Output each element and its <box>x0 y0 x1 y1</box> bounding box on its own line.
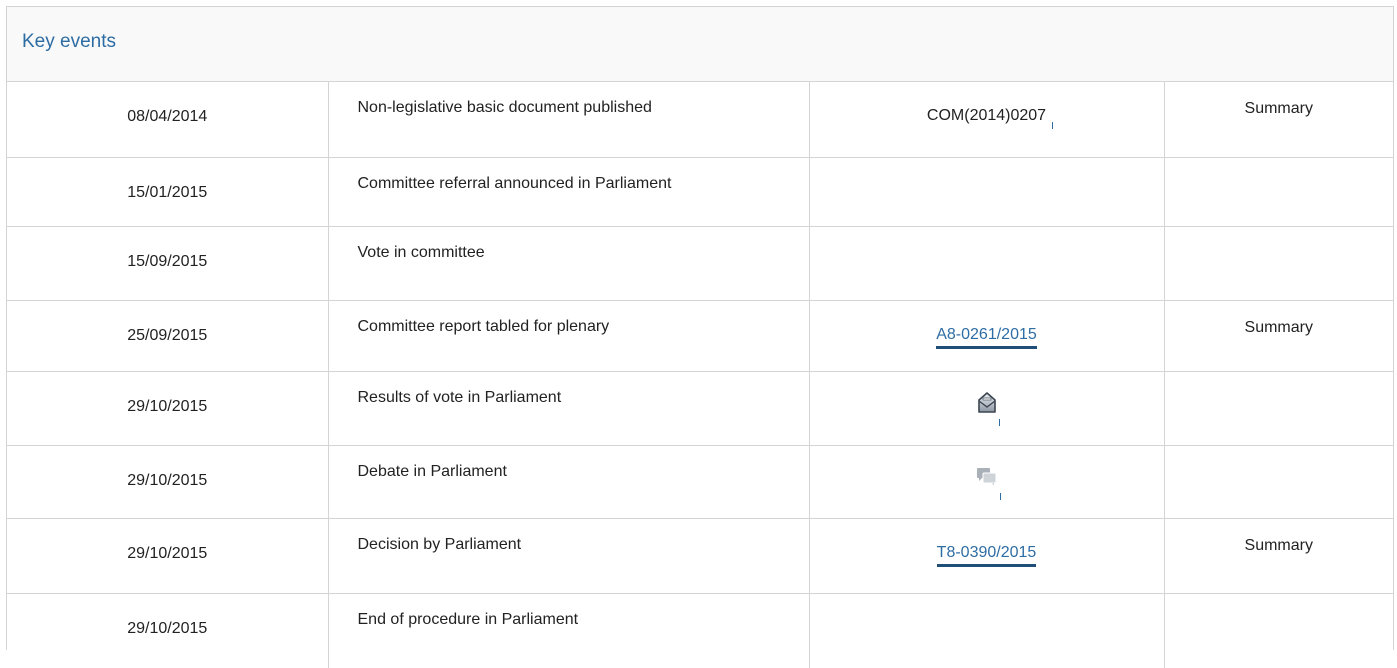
table-row: 29/10/2015 End of procedure in Parliamen… <box>7 593 1393 668</box>
table-row: 08/04/2014 Non-legislative basic documen… <box>7 82 1393 158</box>
document-cell <box>809 226 1165 301</box>
event-date: 15/01/2015 <box>7 157 329 227</box>
table-row: 25/09/2015 Committee report tabled for p… <box>7 300 1393 372</box>
summary-link[interactable]: Summary <box>1164 82 1393 158</box>
debate-speech-bubbles-icon[interactable] <box>975 465 1001 500</box>
summary-cell <box>1164 593 1393 668</box>
summary-cell <box>1164 371 1393 446</box>
summary-cell <box>1164 445 1393 519</box>
event-description: Committee referral announced in Parliame… <box>328 157 810 227</box>
link-marker <box>1052 122 1054 129</box>
table-row: 29/10/2015 Debate in Parliament <box>7 445 1393 519</box>
document-reference: COM(2014)0207 <box>926 105 1054 129</box>
document-cell <box>809 445 1165 519</box>
document-cell <box>809 157 1165 227</box>
event-description: Debate in Parliament <box>328 445 810 519</box>
event-date: 08/04/2014 <box>7 82 329 158</box>
document-reference: A8-0261/2015 <box>936 324 1037 349</box>
summary-link[interactable]: Summary <box>1164 300 1393 372</box>
link-marker <box>998 418 1000 426</box>
table-row: 29/10/2015 Decision by Parliament T8-039… <box>7 518 1393 594</box>
document-cell <box>809 593 1165 668</box>
event-date: 15/09/2015 <box>7 226 329 301</box>
event-description: End of procedure in Parliament <box>328 593 810 668</box>
event-date: 29/10/2015 <box>7 445 329 519</box>
document-cell <box>809 371 1165 446</box>
event-description: Vote in committee <box>328 226 810 301</box>
event-date: 29/10/2015 <box>7 371 329 446</box>
event-date: 25/09/2015 <box>7 300 329 372</box>
event-description: Results of vote in Parliament <box>328 371 810 446</box>
table-row: 15/01/2015 Committee referral announced … <box>7 157 1393 227</box>
panel-title: Key events <box>22 31 116 52</box>
document-reference: T8-0390/2015 <box>936 542 1037 567</box>
event-description: Committee report tabled for plenary <box>328 300 810 372</box>
document-link[interactable]: T8-0390/2015 <box>936 543 1037 567</box>
link-marker <box>999 492 1001 500</box>
key-events-table: 08/04/2014 Non-legislative basic documen… <box>7 82 1393 668</box>
document-cell: T8-0390/2015 <box>809 518 1165 594</box>
summary-cell <box>1164 157 1393 227</box>
document-cell: COM(2014)0207 <box>809 82 1165 158</box>
event-date: 29/10/2015 <box>7 593 329 668</box>
ballot-box-icon[interactable] <box>976 391 1000 426</box>
document-cell: A8-0261/2015 <box>809 300 1165 372</box>
table-row: 15/09/2015 Vote in committee <box>7 226 1393 301</box>
table-row: 29/10/2015 Results of vote in Parliament <box>7 371 1393 446</box>
event-date: 29/10/2015 <box>7 518 329 594</box>
key-events-panel: Key events 08/04/2014 Non-legislative ba… <box>6 6 1394 668</box>
event-description: Non-legislative basic document published <box>328 82 810 158</box>
panel-header: Key events <box>7 7 1393 82</box>
document-reference-text: COM(2014)0207 <box>926 107 1047 124</box>
event-description: Decision by Parliament <box>328 518 810 594</box>
summary-cell <box>1164 226 1393 301</box>
summary-link[interactable]: Summary <box>1164 518 1393 594</box>
document-link[interactable]: A8-0261/2015 <box>936 325 1037 349</box>
